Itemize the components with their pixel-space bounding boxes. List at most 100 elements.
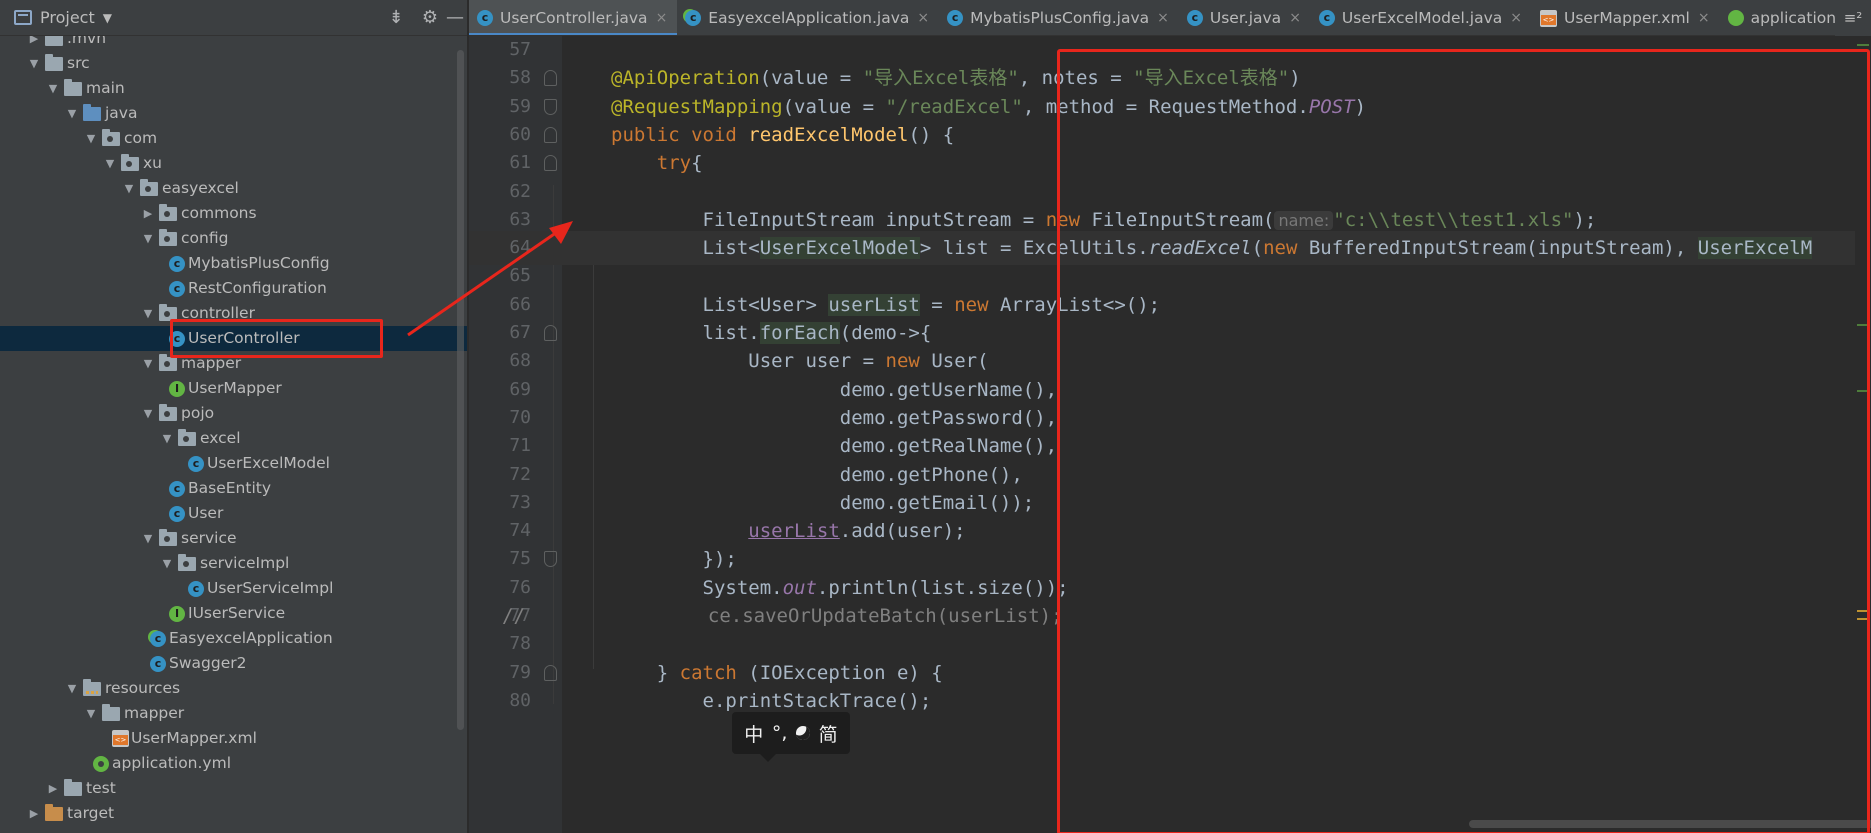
tab-mybatisplusconfig-java[interactable]: c MybatisPlusConfig.java × bbox=[939, 0, 1179, 35]
tree-item-easyexcelapplication[interactable]: c EasyexcelApplication bbox=[0, 626, 467, 651]
ime-punctuation-label[interactable]: °, bbox=[772, 722, 788, 744]
tree-item-xu[interactable]: ▼ xu bbox=[0, 151, 467, 176]
code-token: List<User> bbox=[611, 293, 829, 316]
tree-item-label: main bbox=[86, 79, 125, 97]
tab-label: EasyexcelApplication.java bbox=[708, 9, 910, 27]
fold-marker-icon[interactable] bbox=[544, 155, 557, 172]
tree-item-java[interactable]: ▼ java bbox=[0, 101, 467, 126]
code-token: (value = bbox=[782, 95, 886, 118]
class-icon: c bbox=[188, 456, 204, 472]
fold-marker-icon[interactable] bbox=[544, 126, 557, 143]
close-icon[interactable]: × bbox=[1289, 10, 1301, 26]
tree-item-label: config bbox=[181, 229, 229, 247]
tree-item-label: Swagger2 bbox=[169, 654, 247, 672]
close-icon[interactable]: × bbox=[656, 10, 668, 26]
tab-easyexcelapplication-java[interactable]: c EasyexcelApplication.java × bbox=[677, 0, 939, 35]
tree-item-label: serviceImpl bbox=[200, 554, 290, 572]
tab-usercontroller-java[interactable]: c UserController.java × bbox=[469, 0, 678, 35]
tree-item-commons[interactable]: ▶ commons bbox=[0, 201, 467, 226]
tree-item-mybatisplusconfig[interactable]: c MybatisPlusConfig bbox=[0, 251, 467, 276]
yml-icon bbox=[1727, 10, 1744, 26]
expanded-arrow-icon[interactable]: ▼ bbox=[141, 526, 155, 551]
expanded-arrow-icon[interactable]: ▼ bbox=[84, 126, 98, 151]
tree-item-src[interactable]: ▼ src bbox=[0, 51, 467, 76]
tree-item-userexcelmodel[interactable]: c UserExcelModel bbox=[0, 451, 467, 476]
close-icon[interactable]: × bbox=[1157, 10, 1169, 26]
close-icon[interactable]: × bbox=[1510, 10, 1522, 26]
tree-scrollbar[interactable] bbox=[457, 50, 464, 730]
tab-user-java[interactable]: c User.java × bbox=[1179, 0, 1311, 35]
code-token: FileInputStream inputStream = bbox=[611, 208, 1046, 231]
project-panel-title[interactable]: Project bbox=[40, 8, 95, 27]
expanded-arrow-icon[interactable]: ▼ bbox=[84, 701, 98, 726]
tree-item-iuserservice[interactable]: I IUserService bbox=[0, 601, 467, 626]
fold-marker-icon[interactable] bbox=[544, 664, 557, 681]
tree-item-excel[interactable]: ▼ excel bbox=[0, 426, 467, 451]
collapsed-arrow-icon[interactable]: ▶ bbox=[141, 201, 155, 226]
tree-item-test[interactable]: ▶ test bbox=[0, 776, 467, 801]
tree-item-swagger2[interactable]: c Swagger2 bbox=[0, 651, 467, 676]
moon-icon[interactable] bbox=[794, 724, 813, 742]
interface-icon: I bbox=[169, 606, 185, 622]
tree-item-baseentity[interactable]: c BaseEntity bbox=[0, 476, 467, 501]
ime-status-popup[interactable]: 中 °, 简 bbox=[732, 712, 850, 762]
tree-item-target[interactable]: ▶ target bbox=[0, 801, 467, 826]
fold-marker-icon[interactable] bbox=[544, 551, 557, 568]
stripe-mark[interactable] bbox=[1857, 44, 1869, 46]
tree-item-pojo[interactable]: ▼ pojo bbox=[0, 401, 467, 426]
tree-item-com[interactable]: ▼ com bbox=[0, 126, 467, 151]
fold-marker-icon[interactable] bbox=[544, 70, 557, 87]
tab-overflow-button[interactable]: ≡² bbox=[1835, 0, 1871, 36]
expanded-arrow-icon[interactable]: ▼ bbox=[141, 401, 155, 426]
tree-item-usermapper[interactable]: I UserMapper bbox=[0, 376, 467, 401]
tree-item-easyexcel[interactable]: ▼ easyexcel bbox=[0, 176, 467, 201]
tree-item-service[interactable]: ▼ service bbox=[0, 526, 467, 551]
collapsed-arrow-icon[interactable]: ▶ bbox=[27, 801, 41, 826]
tree-item-usermapper-xml[interactable]: UserMapper.xml bbox=[0, 726, 467, 751]
ime-language-label[interactable]: 中 bbox=[744, 720, 763, 747]
tab-label: UserExcelModel.java bbox=[1341, 9, 1503, 27]
code-token: User user = bbox=[611, 350, 886, 373]
fold-marker-icon[interactable] bbox=[544, 98, 557, 115]
tree-item-serviceimpl[interactable]: ▼ serviceImpl bbox=[0, 551, 467, 576]
expanded-arrow-icon[interactable]: ▼ bbox=[141, 351, 155, 376]
expanded-arrow-icon[interactable]: ▼ bbox=[141, 301, 155, 326]
expanded-arrow-icon[interactable]: ▼ bbox=[122, 176, 136, 201]
close-icon[interactable]: × bbox=[917, 10, 929, 26]
annotation-code-box bbox=[1057, 49, 1870, 833]
tree-item-restconfiguration[interactable]: c RestConfiguration bbox=[0, 276, 467, 301]
class-icon: c bbox=[169, 256, 185, 272]
code-token: ( bbox=[759, 67, 772, 90]
collapse-all-icon[interactable]: ⇟ bbox=[384, 6, 408, 30]
minimize-icon[interactable]: — bbox=[443, 6, 467, 30]
collapsed-arrow-icon[interactable]: ▶ bbox=[46, 776, 60, 801]
tree-item-label: UserMapper bbox=[188, 379, 282, 397]
expanded-arrow-icon[interactable]: ▼ bbox=[160, 551, 174, 576]
expanded-arrow-icon[interactable]: ▼ bbox=[141, 226, 155, 251]
tree-item-label: java bbox=[105, 104, 138, 122]
tab-userexcelmodel-java[interactable]: c UserExcelModel.java × bbox=[1311, 0, 1532, 35]
expanded-arrow-icon[interactable]: ▼ bbox=[46, 76, 60, 101]
ime-mode-label[interactable]: 简 bbox=[819, 720, 838, 747]
tree-item-mapper[interactable]: ▼ mapper bbox=[0, 701, 467, 726]
code-token: System. bbox=[611, 576, 783, 599]
tree-item-main[interactable]: ▼ main bbox=[0, 76, 467, 101]
tree-item-userserviceimpl[interactable]: c UserServiceImpl bbox=[0, 576, 467, 601]
tree-item-application-yml[interactable]: application.yml bbox=[0, 751, 467, 776]
expanded-arrow-icon[interactable]: ▼ bbox=[65, 101, 79, 126]
gear-icon[interactable]: ⚙ bbox=[418, 6, 442, 30]
expanded-arrow-icon[interactable]: ▼ bbox=[27, 51, 41, 76]
tree-item-config[interactable]: ▼ config bbox=[0, 226, 467, 251]
chevron-down-icon[interactable]: ▼ bbox=[103, 11, 112, 25]
tab-usermapper-xml[interactable]: UserMapper.xml × bbox=[1532, 0, 1720, 35]
code-token: // bbox=[502, 605, 525, 627]
tree-item-resources[interactable]: ▼ resources bbox=[0, 676, 467, 701]
expanded-arrow-icon[interactable]: ▼ bbox=[160, 426, 174, 451]
expanded-arrow-icon[interactable]: ▼ bbox=[103, 151, 117, 176]
close-icon[interactable]: × bbox=[1698, 10, 1710, 26]
expanded-arrow-icon[interactable]: ▼ bbox=[65, 676, 79, 701]
code-token: } bbox=[611, 661, 680, 684]
fold-marker-icon[interactable] bbox=[544, 325, 557, 341]
tree-item-user[interactable]: c User bbox=[0, 501, 467, 526]
